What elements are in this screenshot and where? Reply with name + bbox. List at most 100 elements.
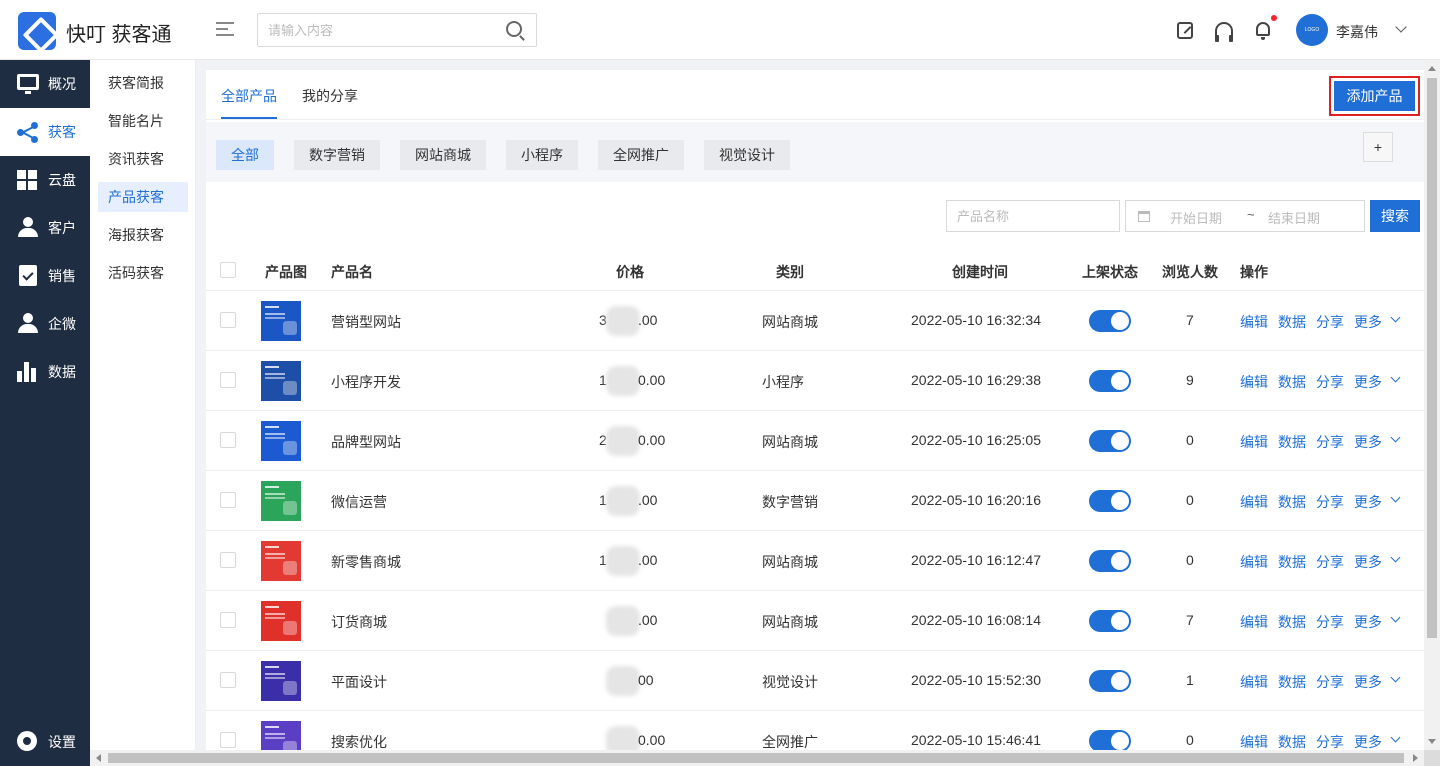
chevron-down-icon[interactable] [1390, 672, 1401, 683]
product-thumbnail[interactable] [261, 301, 301, 341]
nav-item-customer[interactable]: 客户 [0, 204, 90, 252]
scroll-thumb[interactable] [108, 753, 1404, 763]
product-thumbnail[interactable] [261, 721, 301, 750]
more-link[interactable]: 更多 [1354, 552, 1382, 572]
tab-all-products[interactable]: 全部产品 [221, 86, 277, 106]
product-thumbnail[interactable] [261, 421, 301, 461]
edit-link[interactable]: 编辑 [1240, 492, 1268, 512]
nav-item-acquire[interactable]: 获客 [0, 108, 90, 156]
data-link[interactable]: 数据 [1278, 492, 1306, 512]
nav-item-data[interactable]: 数据 [0, 348, 90, 396]
product-thumbnail[interactable] [261, 361, 301, 401]
category-chip-website[interactable]: 网站商城 [400, 140, 486, 170]
listing-toggle[interactable] [1089, 370, 1131, 392]
more-link[interactable]: 更多 [1354, 492, 1382, 512]
add-product-button[interactable]: 添加产品 [1334, 81, 1415, 111]
edit-link[interactable]: 编辑 [1240, 552, 1268, 572]
chevron-down-icon[interactable] [1395, 21, 1407, 33]
listing-toggle[interactable] [1089, 430, 1131, 452]
vertical-scrollbar[interactable] [1424, 60, 1440, 750]
chevron-down-icon[interactable] [1390, 552, 1401, 563]
scroll-thumb[interactable] [1427, 78, 1437, 638]
share-link[interactable]: 分享 [1316, 672, 1344, 692]
data-link[interactable]: 数据 [1278, 732, 1306, 750]
data-link[interactable]: 数据 [1278, 312, 1306, 332]
edit-link[interactable]: 编辑 [1240, 672, 1268, 692]
user-name[interactable]: 李嘉伟 [1336, 22, 1378, 42]
nav-item-wecom[interactable]: 企微 [0, 300, 90, 348]
submenu-item-livecode[interactable]: 活码获客 [98, 258, 188, 288]
scroll-right-icon[interactable] [1413, 754, 1418, 762]
data-link[interactable]: 数据 [1278, 552, 1306, 572]
category-chip-all[interactable]: 全部 [216, 140, 274, 170]
more-link[interactable]: 更多 [1354, 732, 1382, 750]
edit-icon[interactable] [1177, 22, 1193, 39]
share-link[interactable]: 分享 [1316, 552, 1344, 572]
search-icon[interactable] [506, 21, 522, 37]
chevron-down-icon[interactable] [1390, 312, 1401, 323]
start-date-field[interactable]: 开始日期 [1170, 208, 1222, 227]
category-chip-miniapp[interactable]: 小程序 [506, 140, 578, 170]
product-thumbnail[interactable] [261, 601, 301, 641]
category-chip-design[interactable]: 视觉设计 [704, 140, 790, 170]
submenu-item-report[interactable]: 获客简报 [98, 68, 188, 98]
listing-toggle[interactable] [1089, 490, 1131, 512]
date-range-picker[interactable]: 开始日期 ~ 结束日期 [1125, 200, 1365, 232]
data-link[interactable]: 数据 [1278, 432, 1306, 452]
nav-item-cloud[interactable]: 云盘 [0, 156, 90, 204]
product-name-input[interactable] [946, 200, 1120, 232]
share-link[interactable]: 分享 [1316, 372, 1344, 392]
submenu-item-product[interactable]: 产品获客 [98, 182, 188, 212]
nav-item-sales[interactable]: 销售 [0, 252, 90, 300]
share-link[interactable]: 分享 [1316, 612, 1344, 632]
edit-link[interactable]: 编辑 [1240, 312, 1268, 332]
menu-collapse-icon[interactable] [216, 21, 234, 37]
data-link[interactable]: 数据 [1278, 612, 1306, 632]
share-link[interactable]: 分享 [1316, 312, 1344, 332]
chevron-down-icon[interactable] [1390, 432, 1401, 443]
nav-item-overview[interactable]: 概况 [0, 60, 90, 108]
row-checkbox[interactable] [220, 612, 236, 628]
product-thumbnail[interactable] [261, 661, 301, 701]
edit-link[interactable]: 编辑 [1240, 732, 1268, 750]
row-checkbox[interactable] [220, 432, 236, 448]
edit-link[interactable]: 编辑 [1240, 372, 1268, 392]
row-checkbox[interactable] [220, 672, 236, 688]
nav-item-settings[interactable]: 设置 [0, 718, 90, 766]
product-thumbnail[interactable] [261, 541, 301, 581]
category-chip-promotion[interactable]: 全网推广 [598, 140, 684, 170]
select-all-checkbox[interactable] [220, 262, 236, 278]
more-link[interactable]: 更多 [1354, 372, 1382, 392]
row-checkbox[interactable] [220, 372, 236, 388]
chevron-down-icon[interactable] [1390, 492, 1401, 503]
share-link[interactable]: 分享 [1316, 432, 1344, 452]
search-button[interactable]: 搜索 [1370, 200, 1420, 232]
more-link[interactable]: 更多 [1354, 672, 1382, 692]
more-link[interactable]: 更多 [1354, 612, 1382, 632]
listing-toggle[interactable] [1089, 310, 1131, 332]
headset-icon[interactable] [1215, 22, 1233, 42]
data-link[interactable]: 数据 [1278, 372, 1306, 392]
submenu-item-poster[interactable]: 海报获客 [98, 220, 188, 250]
category-chip-marketing[interactable]: 数字营销 [294, 140, 380, 170]
scroll-left-icon[interactable] [96, 754, 101, 762]
edit-link[interactable]: 编辑 [1240, 432, 1268, 452]
end-date-field[interactable]: 结束日期 [1268, 208, 1320, 227]
more-link[interactable]: 更多 [1354, 432, 1382, 452]
row-checkbox[interactable] [220, 552, 236, 568]
more-link[interactable]: 更多 [1354, 312, 1382, 332]
add-category-button[interactable]: + [1363, 132, 1393, 162]
tab-my-shares[interactable]: 我的分享 [302, 86, 358, 106]
row-checkbox[interactable] [220, 312, 236, 328]
submenu-item-news[interactable]: 资讯获客 [98, 144, 188, 174]
chevron-down-icon[interactable] [1390, 612, 1401, 623]
row-checkbox[interactable] [220, 492, 236, 508]
listing-toggle[interactable] [1089, 550, 1131, 572]
scroll-down-icon[interactable] [1428, 739, 1436, 744]
chevron-down-icon[interactable] [1390, 732, 1401, 743]
listing-toggle[interactable] [1089, 610, 1131, 632]
share-link[interactable]: 分享 [1316, 732, 1344, 750]
row-checkbox[interactable] [220, 732, 236, 748]
share-link[interactable]: 分享 [1316, 492, 1344, 512]
listing-toggle[interactable] [1089, 670, 1131, 692]
